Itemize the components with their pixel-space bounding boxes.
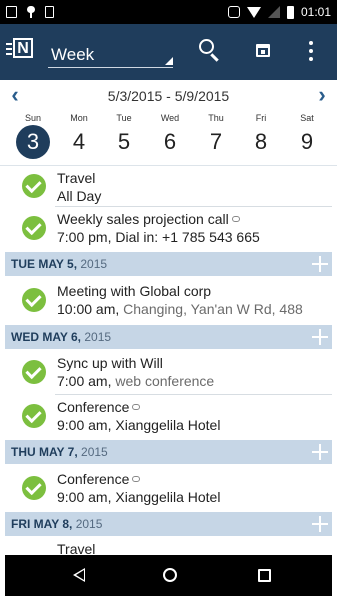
event-title: Travel: [57, 541, 96, 555]
day-number: 7: [209, 129, 223, 154]
week-days-strip: Sun 3 Mon 4 Tue 5 Wed 6 Thu 7 Fri 8 Sat …: [15, 112, 326, 162]
day-header-label: WED MAY 6,: [11, 330, 82, 344]
event-location: web conference: [115, 373, 215, 389]
add-event-button[interactable]: [311, 328, 329, 346]
event-location: Xianggelila Hotel: [115, 417, 221, 433]
day-of-week-label: Tue: [116, 113, 132, 123]
overflow-menu-button[interactable]: [299, 36, 323, 66]
day-sat[interactable]: Sat 9: [289, 112, 325, 162]
day-number: 3: [16, 125, 50, 159]
event-title: Sync up with Will: [57, 355, 163, 371]
status-bar: 01:01: [0, 0, 337, 24]
event-travel[interactable]: Travel All Day: [5, 166, 332, 206]
day-of-week-label: Fri: [255, 113, 267, 123]
wifi-icon: [246, 6, 261, 18]
app-logo-icon[interactable]: N: [6, 36, 33, 62]
day-header-fri: FRI MAY 8, 2015: [5, 512, 332, 536]
day-header-thu: THU MAY 7, 2015: [5, 440, 332, 464]
event-meeting-global-corp[interactable]: Meeting with Global corp 10:00 am, Chang…: [5, 278, 332, 322]
day-number: 6: [163, 129, 177, 154]
day-header-year: 2015: [81, 445, 108, 459]
event-time: 10:00 am,: [57, 301, 120, 317]
day-of-week-label: Sun: [24, 113, 41, 123]
event-sync-up-will[interactable]: Sync up with Will 7:00 am, web conferenc…: [5, 351, 332, 393]
day-header-label: THU MAY 7,: [11, 445, 78, 459]
day-wed[interactable]: Wed 6: [152, 112, 188, 162]
day-header-wed: WED MAY 6, 2015: [5, 325, 332, 349]
agenda-list[interactable]: Travel All Day Weekly sales projection c…: [5, 166, 332, 555]
today-calendar-button[interactable]: [249, 36, 279, 66]
cell-signal-icon: [267, 6, 280, 18]
repeat-icon: [132, 404, 141, 410]
next-week-button[interactable]: ›: [312, 84, 332, 106]
add-event-button[interactable]: [311, 255, 329, 273]
search-button[interactable]: [195, 36, 225, 66]
completed-check-icon[interactable]: [22, 288, 46, 312]
event-location: Xianggelila Hotel: [115, 489, 221, 505]
day-header-year: 2015: [84, 330, 112, 344]
view-selector-label: Week: [51, 45, 95, 64]
dropdown-triangle-icon: [165, 57, 173, 65]
event-title: Conference: [57, 399, 130, 415]
battery-icon: [286, 5, 294, 19]
add-event-button[interactable]: [311, 515, 329, 533]
event-location: Dial in: +1 785 543 665: [115, 229, 260, 245]
phone-notification-icon: [45, 6, 54, 18]
week-range-label: 5/3/2015 - 5/9/2015: [107, 88, 230, 104]
day-of-week-label: Wed: [160, 113, 180, 123]
event-weekly-sales-call[interactable]: Weekly sales projection call 7:00 pm, Di…: [5, 207, 332, 249]
day-thu[interactable]: Thu 7: [198, 112, 234, 162]
day-sun[interactable]: Sun 3: [15, 112, 51, 162]
recent-apps-icon[interactable]: [258, 569, 271, 582]
event-title: Meeting with Global corp: [57, 283, 212, 299]
event-time: 9:00 am,: [57, 417, 112, 433]
completed-check-icon[interactable]: [22, 476, 46, 500]
home-icon[interactable]: [163, 568, 177, 582]
day-header-tue: TUE MAY 5, 2015: [5, 252, 332, 276]
repeat-icon: [132, 476, 141, 482]
gallery-notification-icon: [6, 6, 17, 18]
back-icon[interactable]: [73, 568, 85, 582]
add-event-button[interactable]: [311, 443, 329, 461]
vibrate-icon: [227, 6, 240, 18]
repeat-icon: [231, 216, 240, 222]
event-time: 9:00 am,: [57, 489, 112, 505]
completed-check-icon[interactable]: [22, 404, 46, 428]
day-header-year: 2015: [75, 517, 103, 531]
day-header-year: 2015: [80, 257, 108, 271]
event-title: Conference: [57, 471, 130, 487]
day-header-label: FRI MAY 8,: [11, 517, 73, 531]
day-of-week-label: Thu: [208, 113, 224, 123]
event-time: All Day: [57, 188, 102, 204]
screen-edge: [332, 555, 337, 596]
system-nav-bar: [5, 555, 332, 596]
day-number: 5: [117, 129, 131, 154]
day-mon[interactable]: Mon 4: [61, 112, 97, 162]
event-time: 7:00 pm,: [57, 229, 112, 245]
completed-check-icon[interactable]: [22, 216, 46, 240]
event-time: 7:00 am,: [57, 373, 112, 389]
view-selector[interactable]: Week: [48, 40, 173, 68]
day-number: 8: [254, 129, 268, 154]
event-conference-may7[interactable]: Conference 9:00 am, Xianggelila Hotel: [5, 466, 332, 510]
event-conference-may6[interactable]: Conference 9:00 am, Xianggelila Hotel: [5, 395, 332, 437]
day-fri[interactable]: Fri 8: [243, 112, 279, 162]
event-location: Changing, Yan'an W Rd, 488: [123, 301, 303, 317]
completed-check-icon[interactable]: [22, 360, 46, 384]
day-tue[interactable]: Tue 5: [106, 112, 142, 162]
day-of-week-label: Sat: [300, 113, 314, 123]
event-travel-may8[interactable]: Travel: [5, 538, 332, 555]
event-title: Weekly sales projection call: [57, 211, 229, 227]
week-header: ‹ 5/3/2015 - 5/9/2015 › Sun 3 Mon 4 Tue …: [0, 80, 337, 166]
day-of-week-label: Mon: [70, 113, 88, 123]
status-time: 01:01: [300, 5, 331, 19]
location-pin-icon: [27, 6, 35, 18]
day-number: 9: [300, 129, 314, 154]
app-bar: N Week: [0, 24, 337, 80]
event-title: Travel: [57, 170, 96, 186]
completed-check-icon[interactable]: [22, 174, 46, 198]
day-number: 4: [72, 129, 86, 154]
day-header-label: TUE MAY 5,: [11, 257, 78, 271]
search-icon: [199, 39, 214, 54]
